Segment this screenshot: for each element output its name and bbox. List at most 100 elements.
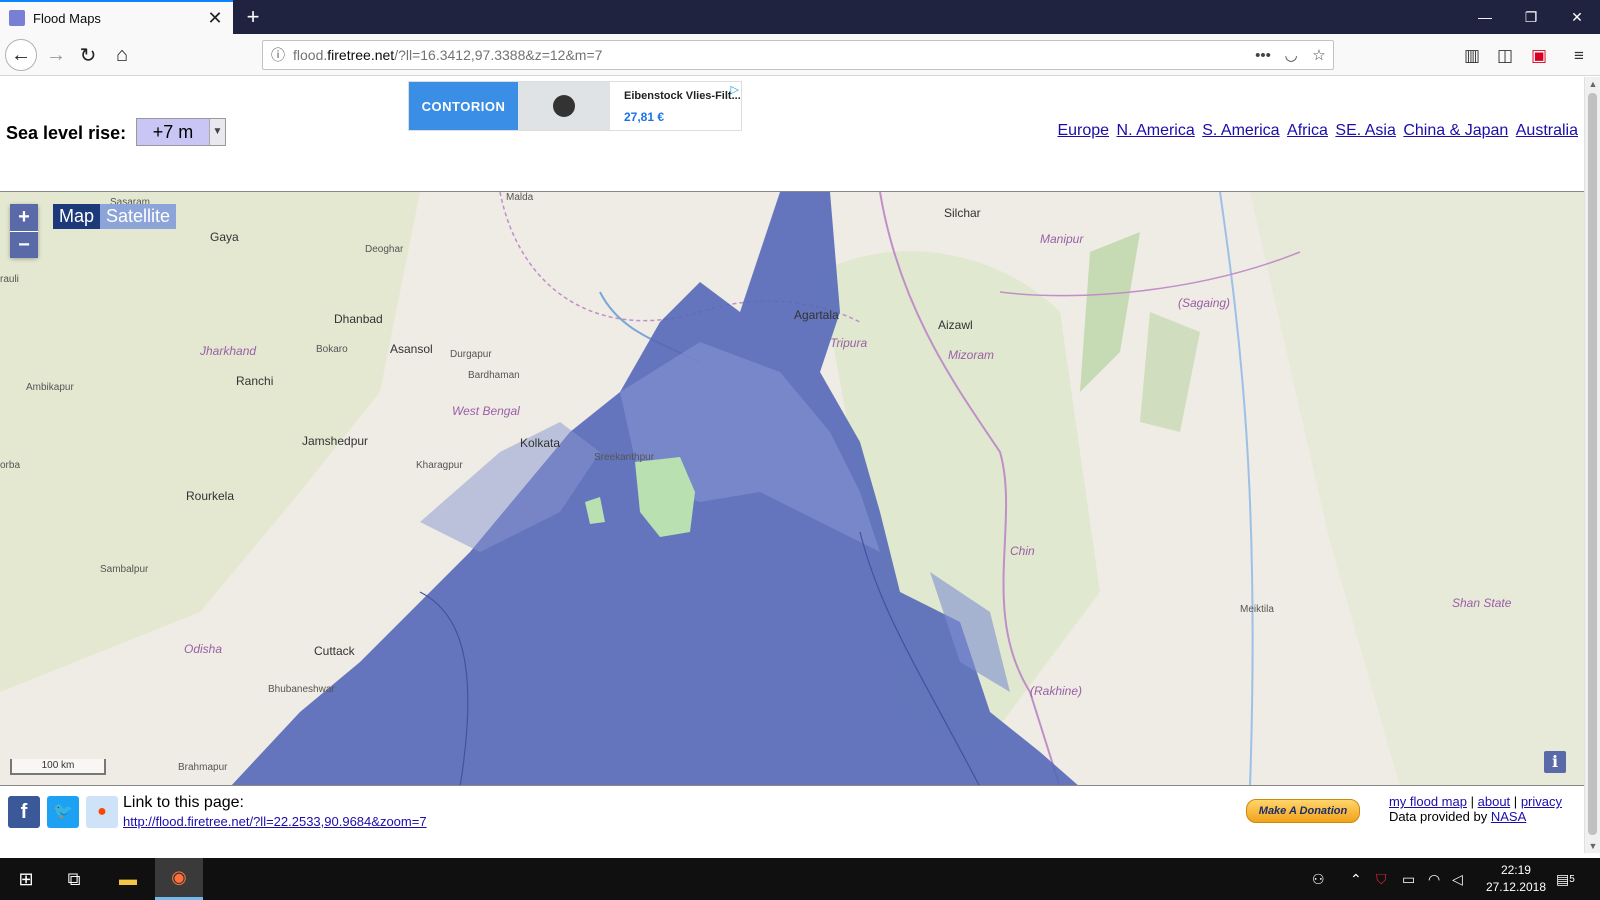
notifications-icon[interactable]: ▤ 5 <box>1556 858 1575 900</box>
advertisement-banner[interactable]: CONTORION Eibenstock Vlies-Filt... 27,81… <box>408 81 742 131</box>
url-bar[interactable]: ⓘ flood.firetree.net/?ll=16.3412,97.3388… <box>262 40 1334 70</box>
map-label: Agartala <box>794 308 839 322</box>
chevron-down-icon[interactable]: ▼ <box>209 119 225 145</box>
antivirus-tray-icon[interactable]: ⛉ <box>1376 858 1387 900</box>
map-label: Jamshedpur <box>302 434 369 448</box>
privacy-link[interactable]: privacy <box>1521 794 1562 809</box>
map-label: Bardhaman <box>468 370 520 381</box>
map-label: Rourkela <box>186 489 235 503</box>
tray-overflow-icon[interactable]: ⌃ <box>1350 858 1362 900</box>
twitter-share-icon[interactable]: 🐦 <box>47 796 79 828</box>
region-link-s-america[interactable]: S. America <box>1202 122 1279 139</box>
sidebar-icon[interactable]: ◫ <box>1492 43 1518 69</box>
sea-level-select[interactable]: +7 m ▼ <box>136 118 226 146</box>
reddit-share-icon[interactable]: ● <box>86 796 118 828</box>
url-text[interactable]: flood.firetree.net/?ll=16.3412,97.3388&z… <box>293 47 1249 63</box>
bookmark-star-icon[interactable]: ☆ <box>1305 46 1333 64</box>
region-link-n-america[interactable]: N. America <box>1117 122 1195 139</box>
ad-brand-logo: CONTORION <box>409 82 518 130</box>
facebook-share-icon[interactable]: f <box>8 796 40 828</box>
wifi-icon[interactable]: ◠ <box>1428 858 1440 900</box>
volume-icon[interactable]: ◁ <box>1452 858 1463 900</box>
menu-icon[interactable]: ≡ <box>1566 43 1592 69</box>
separator: | <box>1470 794 1474 809</box>
back-arrow-icon[interactable]: ← <box>5 39 37 71</box>
restore-button[interactable]: ❐ <box>1508 0 1554 34</box>
sea-level-value: +7 m <box>152 121 194 142</box>
map-type-map-button[interactable]: Map <box>53 204 101 229</box>
region-link-se-asia[interactable]: SE. Asia <box>1335 122 1395 139</box>
my-flood-map-link[interactable]: my flood map <box>1389 794 1467 809</box>
info-icon[interactable]: i <box>1544 751 1566 773</box>
home-icon[interactable]: ⌂ <box>106 39 138 71</box>
close-window-button[interactable]: ✕ <box>1554 0 1600 34</box>
map-label: Deoghar <box>365 244 404 255</box>
nasa-link[interactable]: NASA <box>1491 809 1526 824</box>
firefox-taskbar-icon[interactable]: ◉ <box>155 858 203 900</box>
extension-icon[interactable]: ▣ <box>1526 43 1552 69</box>
file-explorer-icon[interactable]: ▬ <box>104 858 152 900</box>
pocket-icon[interactable]: ◡ <box>1277 46 1305 64</box>
map-label: Malda <box>506 192 534 203</box>
map-label: Bhubaneshwar <box>268 684 335 695</box>
zoom-in-button[interactable]: + <box>10 204 38 231</box>
scale-bar: 100 km <box>10 759 106 775</box>
tab-close-icon[interactable]: ✕ <box>205 8 225 28</box>
people-icon[interactable]: ⚇ <box>1312 858 1325 900</box>
task-view-icon[interactable]: ⧉ <box>50 858 98 900</box>
map-label: Chin <box>1010 544 1035 558</box>
data-provided-text: Data provided by <box>1388 809 1488 824</box>
region-link-europe[interactable]: Europe <box>1057 122 1109 139</box>
link-label: Link to this page: <box>123 794 244 811</box>
map-label: Dhanbad <box>334 312 383 326</box>
adchoices-icon[interactable]: ▷ <box>731 83 739 96</box>
page-actions-icon[interactable]: ••• <box>1249 47 1277 64</box>
browser-tab-bar: Flood Maps ✕ + — ❐ ✕ <box>0 0 1600 34</box>
region-link-australia[interactable]: Australia <box>1516 122 1578 139</box>
forward-arrow-icon[interactable]: → <box>40 39 72 71</box>
flood-map[interactable]: Sasaram Gaya Deoghar rauli Dhanbad Bokar… <box>0 191 1584 786</box>
scrollbar-thumb[interactable] <box>1588 93 1597 835</box>
page-scrollbar[interactable]: ▲ ▼ <box>1584 77 1600 853</box>
minimize-button[interactable]: — <box>1462 0 1508 34</box>
active-tab[interactable]: Flood Maps ✕ <box>0 0 233 34</box>
map-label: Sambalpur <box>100 564 149 575</box>
map-label: West Bengal <box>452 404 520 418</box>
map-label: Aizawl <box>938 318 973 332</box>
map-label: (Rakhine) <box>1030 684 1083 698</box>
region-links: Europe N. America S. America Africa SE. … <box>1054 122 1578 140</box>
region-link-china-japan[interactable]: China & Japan <box>1403 122 1508 139</box>
notification-count: 5 <box>1569 873 1575 885</box>
battery-icon[interactable]: ▭ <box>1402 858 1415 900</box>
map-label: Shan State <box>1452 596 1512 610</box>
ad-product-image <box>518 82 610 130</box>
map-label: Sreekanthpur <box>594 452 655 463</box>
permalink-link[interactable]: http://flood.firetree.net/?ll=22.2533,90… <box>123 814 427 829</box>
about-link[interactable]: about <box>1478 794 1511 809</box>
map-type-satellite-button[interactable]: Satellite <box>100 204 177 229</box>
ad-product-name: Eibenstock Vlies-Filt... <box>624 90 741 102</box>
separator: | <box>1513 794 1518 809</box>
map-label: Cuttack <box>314 644 355 658</box>
navigation-bar: ← → ↻ ⌂ ⓘ flood.firetree.net/?ll=16.3412… <box>0 34 1600 76</box>
scroll-down-icon[interactable]: ▼ <box>1585 841 1600 851</box>
map-label: Jharkhand <box>200 344 257 358</box>
page-content: Sea level rise: +7 m ▼ CONTORION Eibenst… <box>0 77 1584 853</box>
map-label: Brahmapur <box>178 762 228 773</box>
library-icon[interactable]: ▥ <box>1459 43 1485 69</box>
scroll-up-icon[interactable]: ▲ <box>1585 79 1600 89</box>
sea-level-label: Sea level rise: <box>6 123 127 143</box>
windows-taskbar: ⊞ ⧉ ▬ ◉ ⚇ ⌃ ⛉ ▭ ◠ ◁ 22:19 27.12.2018 ▤ 5 <box>0 858 1600 900</box>
system-clock[interactable]: 22:19 27.12.2018 <box>1486 862 1546 896</box>
windows-start-icon[interactable]: ⊞ <box>2 858 50 900</box>
region-link-africa[interactable]: Africa <box>1287 122 1328 139</box>
donate-button[interactable]: Make A Donation <box>1246 799 1360 823</box>
tab-title: Flood Maps <box>33 10 101 26</box>
site-info-icon[interactable]: ⓘ <box>263 45 293 65</box>
reload-icon[interactable]: ↻ <box>72 39 104 71</box>
map-label: orba <box>0 460 21 471</box>
map-label: Durgapur <box>450 349 492 360</box>
new-tab-button[interactable]: + <box>240 4 266 30</box>
zoom-out-button[interactable]: − <box>10 231 38 258</box>
map-label: Tripura <box>830 336 868 350</box>
